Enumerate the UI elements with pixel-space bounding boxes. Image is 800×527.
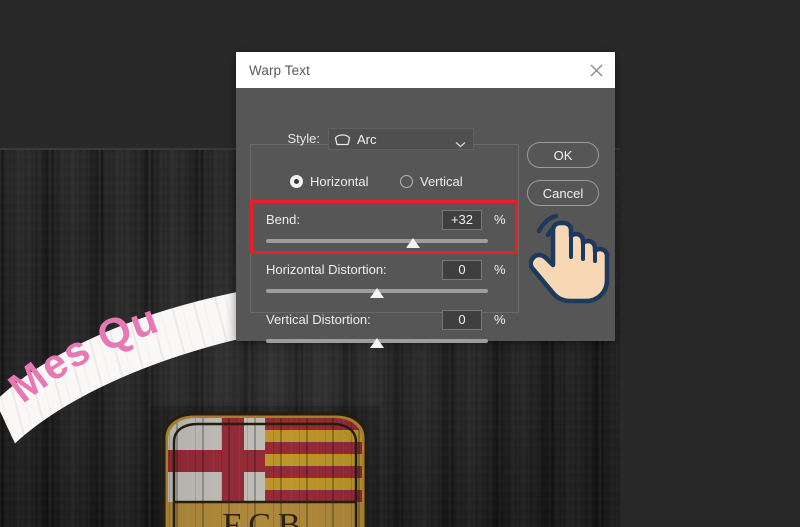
fcb-crest: FCB xyxy=(150,406,380,527)
chevron-down-icon xyxy=(455,135,466,153)
radio-vertical-dot xyxy=(400,175,413,188)
horizontal-distortion-label: Horizontal Distortion: xyxy=(266,262,387,277)
vertical-distortion-label: Vertical Distortion: xyxy=(266,312,371,327)
bend-slider[interactable] xyxy=(266,237,488,249)
vertical-distortion-slider[interactable] xyxy=(266,337,488,349)
horizontal-distortion-slider[interactable] xyxy=(266,287,488,299)
cancel-button[interactable]: Cancel xyxy=(527,180,599,206)
ok-button[interactable]: OK xyxy=(527,142,599,168)
dialog-action-buttons: OK Cancel xyxy=(527,142,599,218)
radio-vertical-label: Vertical xyxy=(420,174,463,189)
dialog-body: Style: Arc Horizontal Vertical Bend: +32… xyxy=(236,88,615,348)
style-label: Style: xyxy=(287,131,320,146)
horizontal-distortion-slider-thumb[interactable] xyxy=(370,288,384,298)
vertical-distortion-unit: % xyxy=(494,312,506,327)
app-root: FCB Mes Qu Warp Text Style: Arc Horizont… xyxy=(0,0,800,527)
dialog-title: Warp Text xyxy=(249,62,310,78)
bend-unit: % xyxy=(494,212,506,227)
vertical-distortion-input[interactable]: 0 xyxy=(442,310,482,330)
vertical-distortion-slider-thumb[interactable] xyxy=(370,338,384,348)
bend-label: Bend: xyxy=(266,212,300,227)
radio-horizontal-dot xyxy=(290,175,303,188)
horizontal-distortion-input[interactable]: 0 xyxy=(442,260,482,280)
bend-slider-track xyxy=(266,239,488,243)
horizontal-distortion-unit: % xyxy=(494,262,506,277)
warp-text-dialog[interactable]: Warp Text Style: Arc Horizontal Vertical… xyxy=(236,52,615,348)
arc-style-icon xyxy=(334,133,351,146)
radio-horizontal[interactable]: Horizontal xyxy=(290,174,369,189)
close-icon[interactable] xyxy=(583,57,609,83)
radio-horizontal-label: Horizontal xyxy=(310,174,369,189)
bend-slider-thumb[interactable] xyxy=(405,238,420,248)
style-dropdown[interactable]: Arc xyxy=(328,128,474,150)
dialog-titlebar[interactable]: Warp Text xyxy=(236,52,615,88)
style-selected-value: Arc xyxy=(357,131,377,147)
radio-vertical[interactable]: Vertical xyxy=(400,174,463,189)
bend-input[interactable]: +32 xyxy=(442,210,482,230)
